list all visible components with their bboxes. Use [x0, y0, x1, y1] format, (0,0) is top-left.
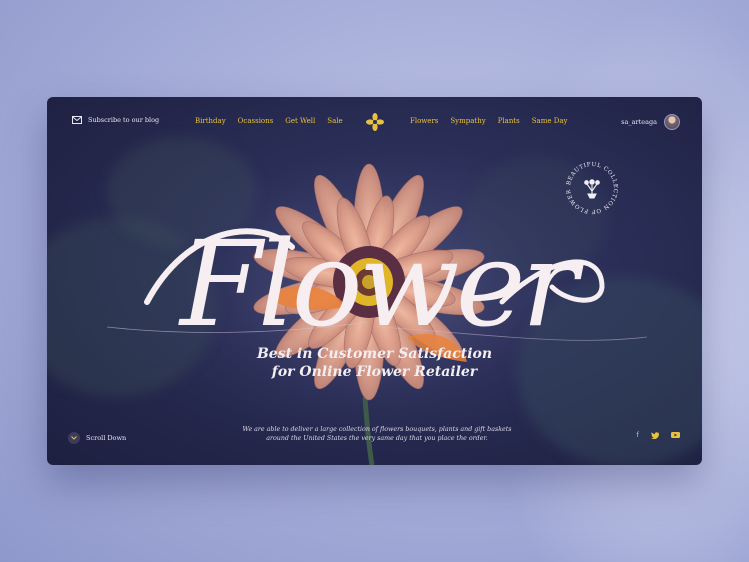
svg-text:BEAUTIFUL COLLECTION OF FLOWER: BEAUTIFUL COLLECTION OF FLOWERS [561, 157, 618, 214]
twitter-icon[interactable] [651, 431, 659, 439]
collection-badge: BEAUTIFUL COLLECTION OF FLOWERS [561, 157, 618, 214]
tagline-line-1: Best in Customer Satisfaction [256, 346, 493, 362]
subscribe-link[interactable]: Subscribe to our blog [72, 116, 159, 124]
flower-logo-icon [366, 113, 384, 131]
badge-text: BEAUTIFUL COLLECTION OF FLOWERS [561, 157, 618, 214]
nav-link-plants[interactable]: Plants [498, 117, 520, 125]
description-line-1: We are able to deliver a large collectio… [242, 426, 512, 433]
scroll-down-button[interactable]: Scroll Down [68, 432, 126, 444]
scroll-down-label: Scroll Down [86, 434, 127, 442]
hero-card: Flower Subscribe to our blog Birthday Oc… [47, 97, 702, 465]
flower-illustration: Flower [106, 147, 648, 465]
chevron-down-icon [71, 436, 77, 440]
username: sa_arteaga [621, 118, 657, 126]
user-profile[interactable]: sa_arteaga [621, 114, 680, 130]
brand-logo[interactable] [366, 113, 384, 135]
nav-link-same-day[interactable]: Same Day [532, 117, 568, 125]
youtube-icon[interactable] [671, 432, 680, 438]
menu-left: Birthday Ocassions Get Well Sale [195, 117, 343, 125]
subscribe-label: Subscribe to our blog [88, 116, 160, 124]
nav-link-birthday[interactable]: Birthday [195, 117, 226, 125]
nav-link-flowers[interactable]: Flowers [410, 117, 438, 125]
nav-link-sale[interactable]: Sale [327, 117, 342, 125]
nav-link-get-well[interactable]: Get Well [285, 117, 315, 125]
hero-description: We are able to deliver a large collectio… [227, 426, 527, 443]
avatar[interactable] [664, 114, 680, 130]
menu-right: Flowers Sympathy Plants Same Day [410, 117, 567, 125]
scroll-down-circle[interactable] [68, 432, 80, 444]
description-line-2: around the United States the very same d… [266, 434, 488, 442]
social-links: f [637, 431, 680, 439]
bouquet-icon [584, 179, 600, 199]
facebook-icon[interactable]: f [637, 431, 639, 439]
hero-tagline: Best in Customer Satisfaction for Online… [47, 345, 702, 381]
tagline-line-2: for Online Flower Retailer [271, 364, 478, 380]
top-navigation: Subscribe to our blog Birthday Ocassions… [47, 97, 702, 147]
mail-icon [72, 116, 82, 124]
nav-link-sympathy[interactable]: Sympathy [450, 117, 485, 125]
nav-link-occasions[interactable]: Ocassions [238, 117, 274, 125]
